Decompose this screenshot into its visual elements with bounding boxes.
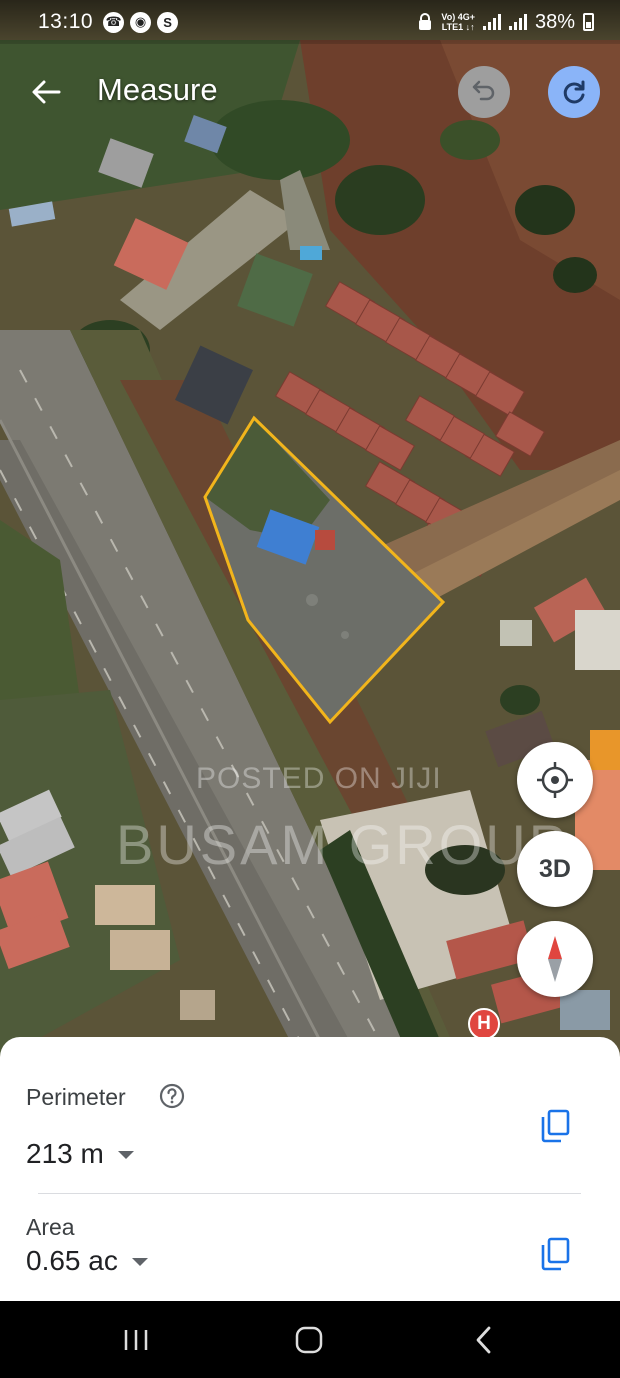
chevron-down-icon: [131, 1258, 148, 1266]
back-button[interactable]: [22, 68, 70, 116]
divider: [38, 1193, 581, 1194]
recent-apps-icon: [124, 1330, 148, 1350]
area-label: Area: [26, 1214, 75, 1240]
home-button[interactable]: [279, 1315, 339, 1365]
watermark-company: BUSAM GROUP: [116, 813, 570, 876]
area-value: 0.65 ac: [26, 1245, 118, 1276]
lock-icon: [419, 13, 432, 30]
phone-icon: ☎: [103, 11, 125, 33]
status-time: 13:10: [38, 10, 94, 33]
my-location-button[interactable]: [517, 742, 593, 818]
shazam-icon: S: [157, 11, 179, 33]
battery-charging-icon: [583, 13, 594, 31]
arrow-back-icon: [32, 80, 61, 104]
signal-icon: [508, 14, 527, 30]
instagram-icon: ◉: [130, 11, 152, 33]
signal-icon: [482, 14, 501, 30]
watermark-posted-on: POSTED ON JIJI: [196, 762, 442, 795]
satellite-map[interactable]: POSTED ON JIJI BUSAM GROUP H: [0, 0, 620, 1060]
perimeter-label: Perimeter: [26, 1084, 126, 1110]
undo-icon: [472, 80, 495, 101]
system-nav-bar: [0, 1301, 620, 1378]
perimeter-value: 213 m: [26, 1138, 104, 1169]
perimeter-value-dropdown[interactable]: 213 m: [26, 1138, 134, 1170]
page-title: Measure: [97, 72, 218, 107]
redo-icon: [563, 80, 585, 104]
back-icon: [476, 1326, 491, 1354]
copy-area-button[interactable]: [533, 1232, 577, 1276]
compass-icon: [548, 936, 562, 982]
map-imagery: [0, 0, 620, 1060]
copy-perimeter-button[interactable]: [533, 1104, 577, 1148]
help-icon[interactable]: [158, 1082, 186, 1110]
nav-back-button[interactable]: [454, 1315, 514, 1365]
undo-button[interactable]: [458, 66, 510, 118]
home-icon: [295, 1326, 323, 1354]
battery-percent: 38%: [534, 10, 575, 33]
recent-apps-button[interactable]: [106, 1315, 166, 1365]
copy-icon: [541, 1109, 570, 1143]
network-type: Vo) 4G+ LTE1 ↓↑: [441, 12, 475, 32]
compass-button[interactable]: [517, 921, 593, 997]
copy-icon: [541, 1237, 570, 1271]
3d-toggle-button[interactable]: 3D: [517, 831, 593, 907]
my-location-icon: [537, 762, 573, 798]
hospital-marker[interactable]: H: [468, 1008, 500, 1040]
area-value-dropdown[interactable]: 0.65 ac: [26, 1245, 148, 1277]
status-bar: 13:10 ☎ ◉ S Vo) 4G+ LTE1 ↓↑ 38%: [0, 0, 620, 44]
redo-button[interactable]: [548, 66, 600, 118]
chevron-down-icon: [117, 1151, 134, 1159]
